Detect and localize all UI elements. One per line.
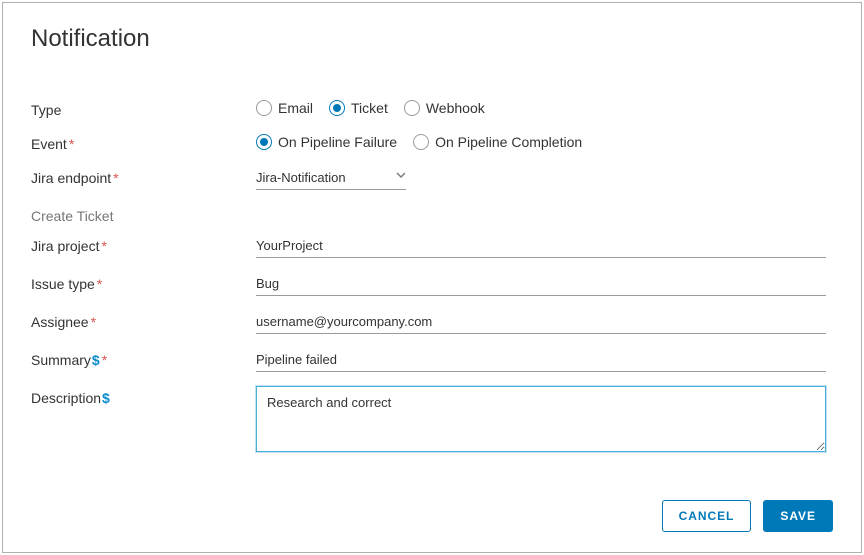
variable-icon[interactable]: $ [92,352,100,368]
radio-label: Webhook [426,100,485,116]
radio-label: Email [278,100,313,116]
cancel-button[interactable]: CANCEL [662,500,752,532]
label-description: Description$ [31,386,256,406]
radio-label: On Pipeline Failure [278,134,397,150]
row-jira-endpoint: Jira endpoint* [31,166,831,190]
issue-type-input[interactable] [256,272,826,296]
label-issue-type: Issue type* [31,272,256,292]
jira-project-input[interactable] [256,234,826,258]
notification-form: Type Email Ticket Webhook Event* [31,98,831,471]
field-wrap [256,234,831,258]
radio-pipeline-failure[interactable]: On Pipeline Failure [256,134,397,150]
field-wrap [256,348,831,372]
radio-circle-icon [256,100,272,116]
radio-circle-icon [404,100,420,116]
save-button[interactable]: SAVE [763,500,833,532]
event-radio-group: On Pipeline Failure On Pipeline Completi… [256,132,582,150]
variable-icon[interactable]: $ [102,390,110,406]
footer-actions: CANCEL SAVE [662,500,833,532]
label-jira-project: Jira project* [31,234,256,254]
row-description: Description$ [31,386,831,457]
label-type: Type [31,98,256,118]
required-indicator: * [113,170,118,186]
label-assignee: Assignee* [31,310,256,330]
radio-circle-icon [413,134,429,150]
required-indicator: * [102,352,107,368]
row-assignee: Assignee* [31,310,831,334]
row-jira-project: Jira project* [31,234,831,258]
section-create-ticket: Create Ticket [31,204,256,224]
page-title: Notification [31,25,150,53]
label-event: Event* [31,132,256,152]
radio-label: On Pipeline Completion [435,134,582,150]
row-event: Event* On Pipeline Failure On Pipeline C… [31,132,831,152]
field-wrap [256,386,831,457]
label-text: Issue type [31,276,95,292]
type-radio-group: Email Ticket Webhook [256,98,485,116]
radio-webhook[interactable]: Webhook [404,100,485,116]
field-wrap [256,310,831,334]
radio-pipeline-completion[interactable]: On Pipeline Completion [413,134,582,150]
jira-endpoint-value[interactable] [256,166,406,190]
radio-ticket[interactable]: Ticket [329,100,388,116]
row-issue-type: Issue type* [31,272,831,296]
radio-circle-checked-icon [256,134,272,150]
required-indicator: * [69,136,74,152]
label-text: Assignee [31,314,89,330]
label-text: Description [31,390,101,406]
jira-endpoint-select[interactable] [256,166,406,190]
field-wrap [256,272,831,296]
row-type: Type Email Ticket Webhook [31,98,831,118]
description-textarea[interactable] [256,386,826,452]
notification-panel: Notification Type Email Ticket Webhook [2,2,862,553]
label-summary: Summary$* [31,348,256,368]
radio-label: Ticket [351,100,388,116]
required-indicator: * [101,238,106,254]
row-create-ticket-heading: Create Ticket [31,204,831,224]
label-text: Jira endpoint [31,170,111,186]
required-indicator: * [91,314,96,330]
label-text: Summary [31,352,91,368]
summary-input[interactable] [256,348,826,372]
radio-email[interactable]: Email [256,100,313,116]
label-text: Event [31,136,67,152]
required-indicator: * [97,276,102,292]
label-text: Jira project [31,238,99,254]
label-jira-endpoint: Jira endpoint* [31,166,256,186]
assignee-input[interactable] [256,310,826,334]
radio-circle-checked-icon [329,100,345,116]
row-summary: Summary$* [31,348,831,372]
